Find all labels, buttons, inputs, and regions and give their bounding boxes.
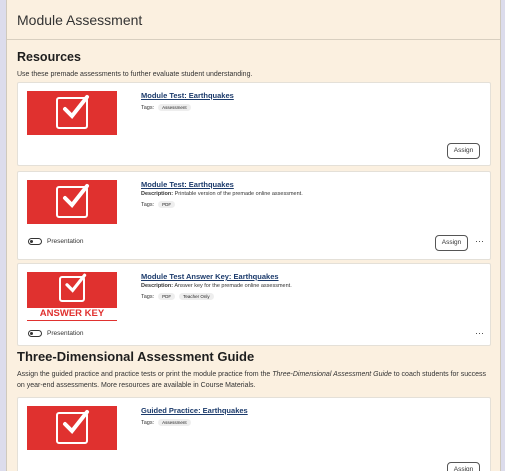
tag-badge: Assessment xyxy=(158,104,191,111)
assessment-thumbnail[interactable] xyxy=(27,91,117,135)
description-text: Answer key for the premade online assess… xyxy=(174,283,292,289)
tags-label: Tags: xyxy=(141,293,155,300)
tdag-desc-italic: Three-Dimensional Assessment Guide xyxy=(272,371,392,378)
tags-label: Tags: xyxy=(141,104,155,111)
checkbox-check-icon xyxy=(59,273,87,302)
resource-title-link[interactable]: Guided Practice: Earthquakes xyxy=(141,406,480,415)
assessment-thumbnail[interactable] xyxy=(27,180,117,224)
toggle-switch-icon[interactable] xyxy=(28,330,42,337)
presentation-label: Presentation xyxy=(47,330,84,337)
module-assessment-panel: Module Assessment Resources Use these pr… xyxy=(6,0,501,471)
tag-badge: PDF xyxy=(158,293,176,300)
resource-card: Module Test: Earthquakes Description: Pr… xyxy=(17,171,491,260)
tag-badge: Assessment xyxy=(158,419,191,426)
checkbox-check-icon xyxy=(56,184,89,218)
description-label: Description: xyxy=(141,191,174,197)
description-label: Description: xyxy=(141,283,174,289)
resources-title: Resources xyxy=(17,50,81,64)
answer-key-caption: ANSWER KEY xyxy=(27,308,117,321)
assessment-thumbnail[interactable] xyxy=(27,406,117,450)
resources-description: Use these premade assessments to further… xyxy=(17,71,253,78)
tags-row: Tags: PDF Teacher Only xyxy=(141,293,480,300)
more-options-icon[interactable]: ··· xyxy=(475,328,484,338)
tags-row: Tags: Assessment xyxy=(141,419,480,426)
assign-button[interactable]: Assign xyxy=(447,462,480,471)
resource-card: ANSWER KEY Module Test Answer Key: Earth… xyxy=(17,263,491,346)
resource-description: Description: Answer key for the premade … xyxy=(141,283,480,289)
tags-row: Tags: Assessment xyxy=(141,104,480,111)
resource-card: Module Test: Earthquakes Tags: Assessmen… xyxy=(17,82,491,166)
toggle-switch-icon[interactable] xyxy=(28,238,42,245)
tags-label: Tags: xyxy=(141,419,155,426)
tdag-title: Three-Dimensional Assessment Guide xyxy=(17,349,255,364)
resource-description: Description: Printable version of the pr… xyxy=(141,191,480,197)
tdag-description: Assign the guided practice and practice … xyxy=(17,369,490,391)
tags-row: Tags: PDF xyxy=(141,201,480,208)
tag-badge: PDF xyxy=(158,201,176,208)
tags-label: Tags: xyxy=(141,201,155,208)
answer-key-thumbnail[interactable] xyxy=(27,272,117,308)
panel-title: Module Assessment xyxy=(17,11,143,28)
checkbox-check-icon xyxy=(56,410,89,444)
presentation-toggle[interactable]: Presentation xyxy=(28,238,84,245)
presentation-label: Presentation xyxy=(47,238,84,245)
assign-button[interactable]: Assign xyxy=(435,235,468,251)
presentation-toggle[interactable]: Presentation xyxy=(28,330,84,337)
resource-title-link[interactable]: Module Test Answer Key: Earthquakes xyxy=(141,272,480,281)
tdag-desc-text: Assign the guided practice and practice … xyxy=(17,371,273,378)
tag-badge: Teacher Only xyxy=(179,293,214,300)
description-text: Printable version of the premade online … xyxy=(174,191,303,197)
more-options-icon[interactable]: ··· xyxy=(475,236,484,246)
resource-card: Guided Practice: Earthquakes Tags: Asses… xyxy=(17,397,491,471)
assign-button[interactable]: Assign xyxy=(447,143,480,159)
tdag-section: Three-Dimensional Assessment Guide Assig… xyxy=(7,349,500,391)
resource-title-link[interactable]: Module Test: Earthquakes xyxy=(141,91,480,100)
panel-header: Module Assessment xyxy=(7,0,500,40)
checkbox-check-icon xyxy=(56,95,89,129)
resource-title-link[interactable]: Module Test: Earthquakes xyxy=(141,180,480,189)
